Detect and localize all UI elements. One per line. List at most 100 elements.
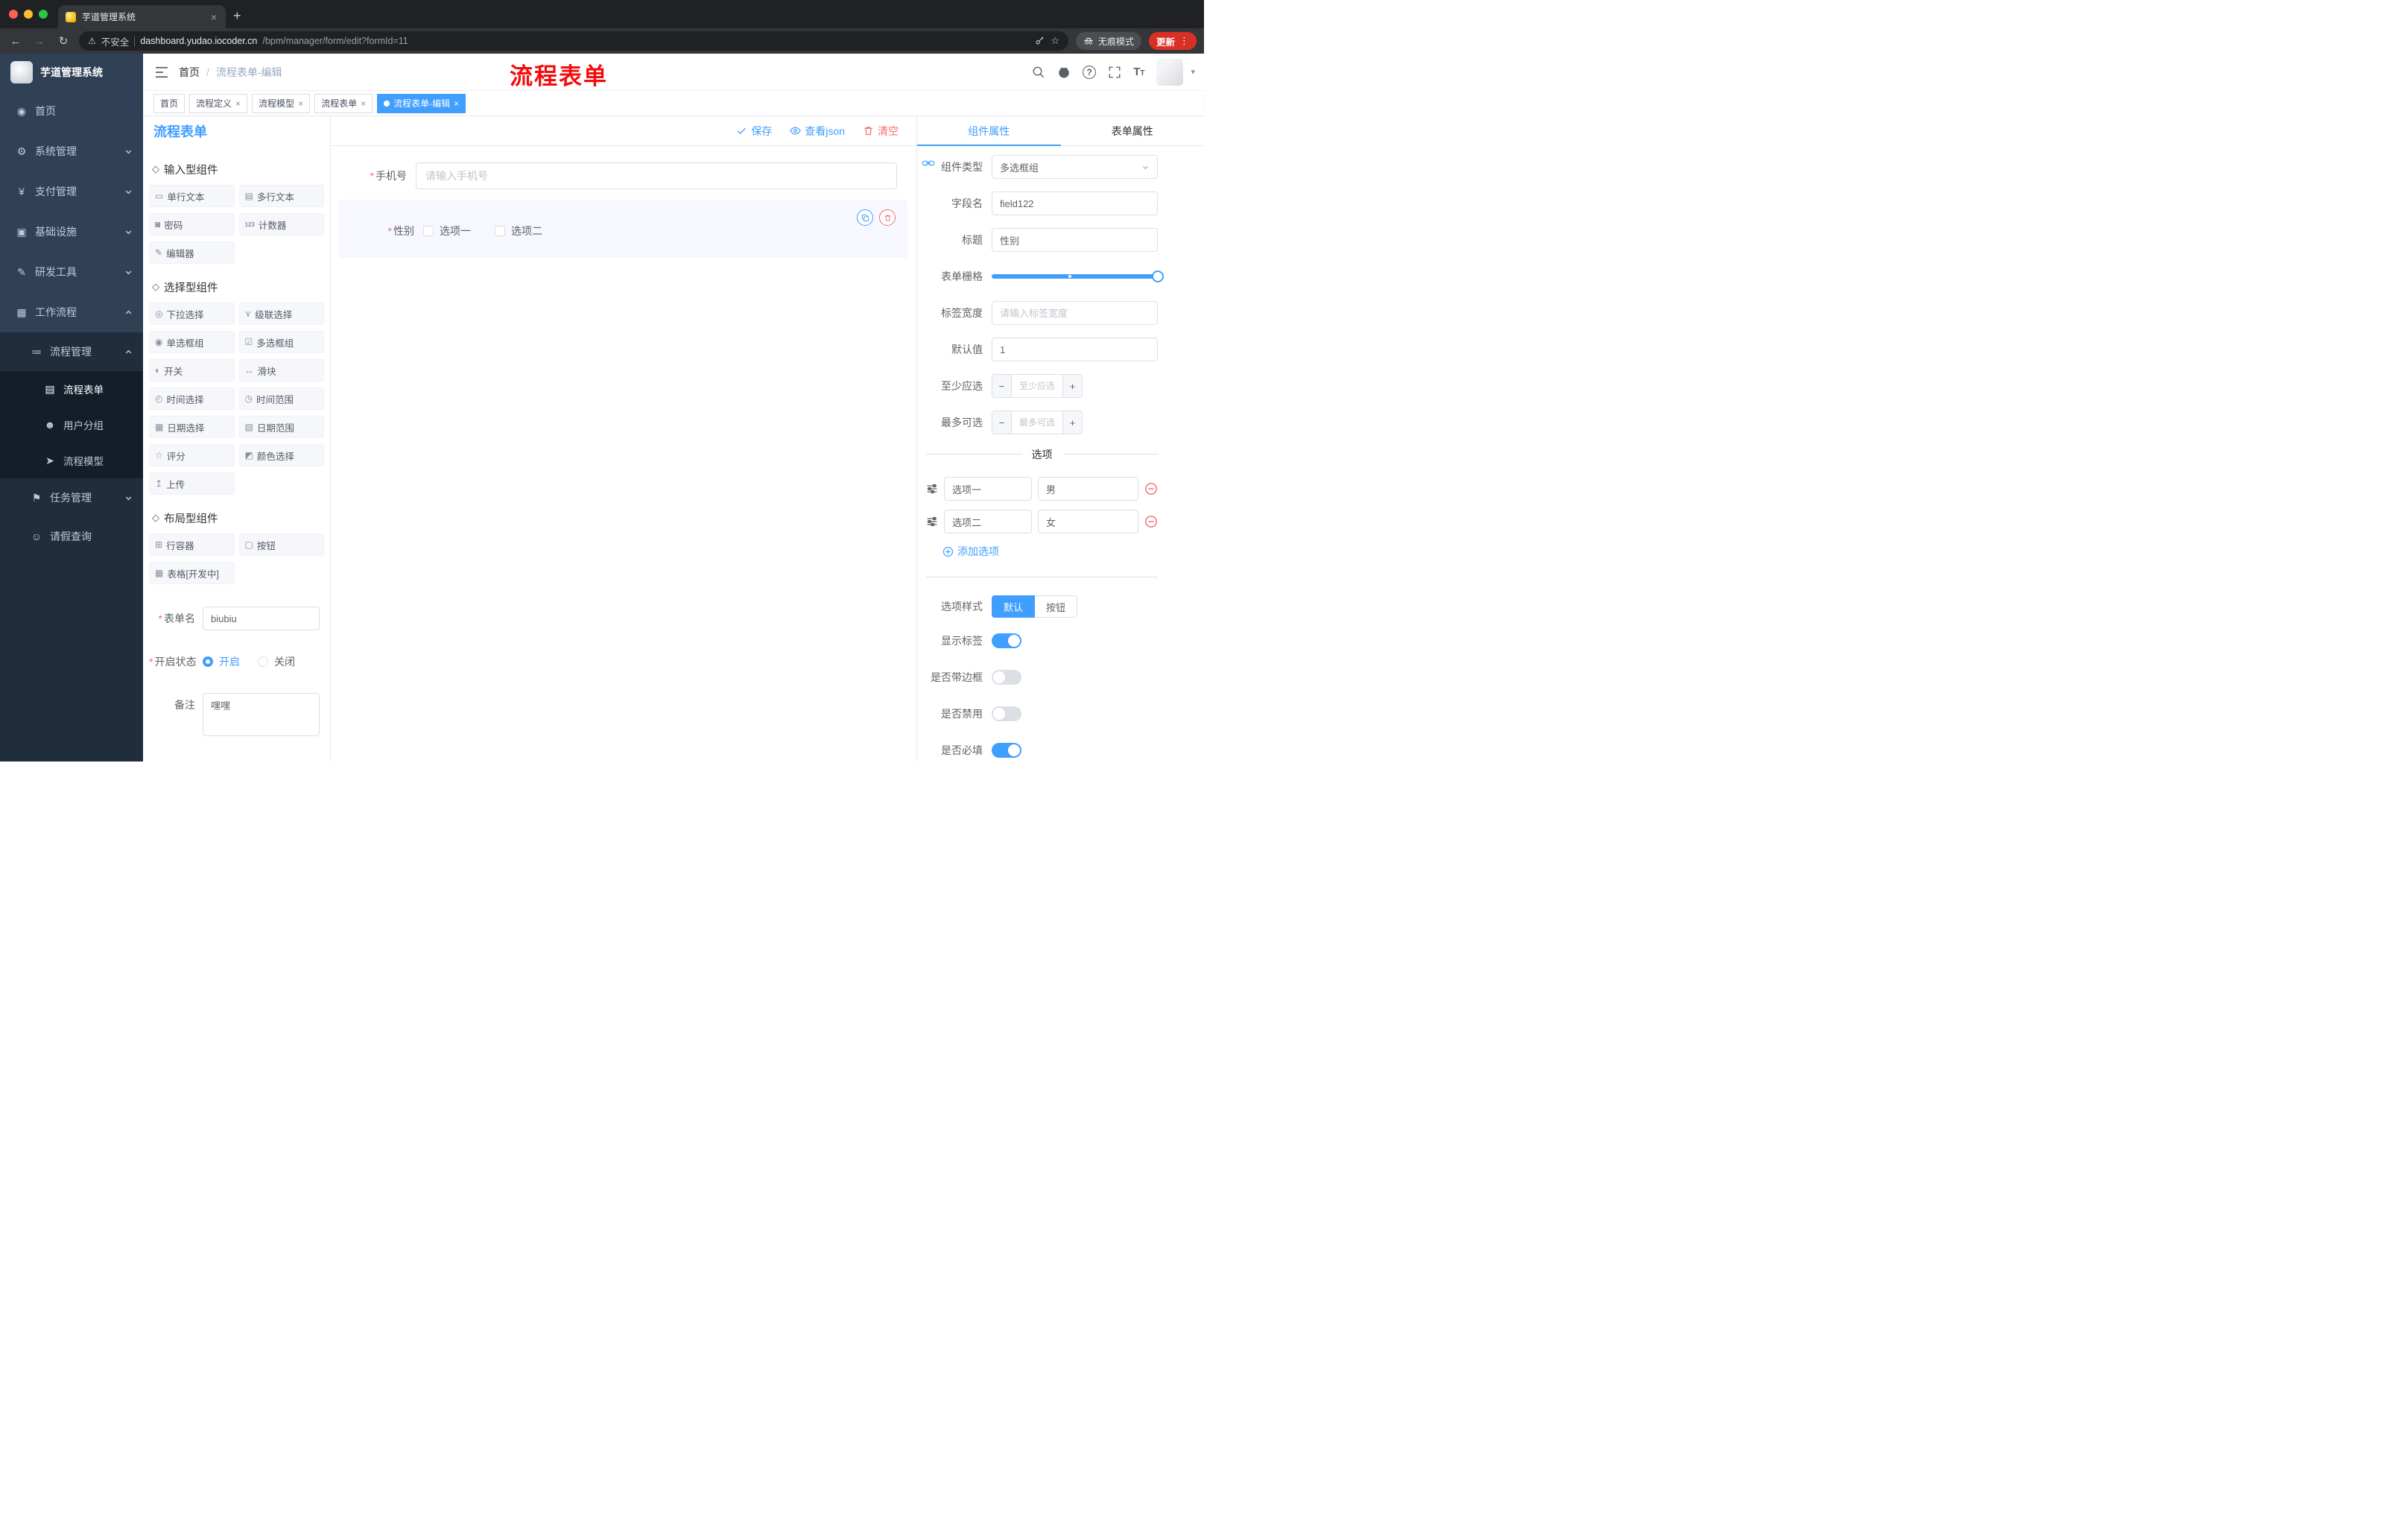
radio-on[interactable] (203, 656, 213, 667)
grid-slider[interactable] (992, 265, 1164, 288)
security-label[interactable]: 不安全 (101, 34, 130, 48)
style-button-button[interactable]: 按钮 (1035, 595, 1078, 618)
component-button[interactable]: ▢ 按钮 (238, 533, 324, 556)
tag-close-icon[interactable]: × (298, 98, 303, 109)
sidebar-item-infrastructure[interactable]: ▣ 基础设施 (0, 212, 143, 252)
forward-icon[interactable]: → (31, 35, 48, 48)
drag-handle-icon[interactable] (926, 516, 938, 528)
option-value-input[interactable] (1038, 510, 1138, 533)
update-browser-button[interactable]: 更新 ⋮ (1148, 32, 1197, 50)
browser-menu-icon[interactable]: ⋮ (1179, 35, 1189, 47)
docs-help-icon[interactable]: ? (1083, 65, 1097, 79)
component-time-picker[interactable]: ◴ 时间选择 (149, 387, 235, 410)
tag-process-model[interactable]: 流程模型 × (252, 93, 311, 113)
sidebar-item-task-management[interactable]: ⚑ 任务管理 (0, 478, 143, 517)
component-cascader[interactable]: ⋎ 级联选择 (238, 303, 324, 325)
component-row-container[interactable]: ⊞ 行容器 (149, 533, 235, 556)
border-toggle[interactable] (992, 670, 1021, 685)
tag-close-icon[interactable]: × (361, 98, 366, 109)
phone-input[interactable] (416, 162, 897, 189)
component-select[interactable]: ◎ 下拉选择 (149, 303, 235, 325)
component-color-picker[interactable]: ◩ 颜色选择 (238, 444, 324, 466)
sidebar-item-user-group[interactable]: ☻ 用户分组 (0, 407, 143, 443)
checkbox-option-2[interactable]: 选项二 (495, 224, 542, 238)
tag-process-definition[interactable]: 流程定义 × (189, 93, 248, 113)
tag-process-form-edit[interactable]: 流程表单-编辑 × (377, 93, 466, 113)
component-time-range[interactable]: ◷ 时间范围 (238, 387, 324, 410)
form-remark-textarea[interactable]: 嘿嘿 (203, 693, 320, 736)
url-bar[interactable]: ⚠ 不安全 dashboard.yudao.iocoder.cn/bpm/man… (79, 31, 1068, 51)
radio-off[interactable] (258, 656, 268, 667)
checkbox-icon[interactable] (423, 226, 434, 236)
title-input[interactable] (992, 228, 1158, 252)
style-default-button[interactable]: 默认 (992, 595, 1036, 618)
component-type-select[interactable]: 多选框组 (992, 155, 1158, 179)
search-icon[interactable] (1032, 66, 1045, 79)
sidebar-item-process-model[interactable]: ➤ 流程模型 (0, 443, 143, 478)
option-label-input[interactable] (944, 477, 1032, 501)
zoom-window-button[interactable] (39, 10, 48, 19)
component-upload[interactable]: ↥ 上传 (149, 472, 235, 495)
component-editor[interactable]: ✎ 编辑器 (149, 241, 235, 264)
tag-process-form[interactable]: 流程表单 × (314, 93, 373, 113)
hamburger-icon[interactable] (155, 66, 168, 78)
new-tab-button[interactable]: + (226, 8, 252, 28)
component-table[interactable]: ▦ 表格[开发中] (149, 562, 235, 584)
component-checkbox-group[interactable]: ☑ 多选框组 (238, 331, 324, 353)
field-name-input[interactable] (992, 191, 1158, 215)
default-value-input[interactable] (992, 338, 1158, 361)
component-radio-group[interactable]: ◉ 单选框组 (149, 331, 235, 353)
min-select-input[interactable] (1012, 375, 1062, 397)
remove-option-icon[interactable] (1144, 515, 1158, 528)
component-date-picker[interactable]: ▦ 日期选择 (149, 416, 235, 438)
fullscreen-icon[interactable] (1108, 66, 1121, 79)
save-button[interactable]: 保存 (736, 124, 772, 139)
key-icon[interactable] (1035, 36, 1045, 46)
option-label-input[interactable] (944, 510, 1032, 533)
reload-icon[interactable]: ↻ (55, 34, 72, 48)
avatar[interactable] (1156, 58, 1184, 86)
decrease-button[interactable]: − (992, 375, 1012, 397)
remove-option-icon[interactable] (1144, 482, 1158, 495)
option-value-input[interactable] (1038, 477, 1138, 501)
tab-close-icon[interactable]: × (209, 11, 218, 23)
component-rate[interactable]: ☆ 评分 (149, 444, 235, 466)
disabled-toggle[interactable] (992, 706, 1021, 721)
tag-close-icon[interactable]: × (235, 98, 241, 109)
avatar-caret-icon[interactable]: ▾ (1191, 67, 1195, 77)
breadcrumb-home[interactable]: 首页 (179, 65, 200, 80)
delete-component-button[interactable] (879, 209, 896, 226)
sidebar-item-workflow[interactable]: ▦ 工作流程 (0, 292, 143, 332)
tag-home[interactable]: 首页 (153, 93, 186, 113)
github-icon[interactable] (1057, 66, 1071, 79)
component-slider[interactable]: ↔ 滑块 (238, 359, 324, 381)
sidebar-item-leave-query[interactable]: ☺ 请假查询 (0, 517, 143, 556)
component-date-range[interactable]: ▧ 日期范围 (238, 416, 324, 438)
radio-off-label[interactable]: 关闭 (274, 650, 295, 674)
tab-form-props[interactable]: 表单属性 (1061, 116, 1205, 145)
minimize-window-button[interactable] (24, 10, 33, 19)
max-select-input[interactable] (1012, 411, 1062, 434)
component-multi-line-text[interactable]: ▤ 多行文本 (238, 185, 324, 207)
drag-handle-icon[interactable] (926, 483, 938, 495)
component-switch[interactable]: ◐ 开关 (149, 359, 235, 381)
font-size-icon[interactable]: TT (1133, 66, 1144, 78)
canvas-field-gender-selected[interactable]: * 性别 选项一 选项二 (338, 200, 907, 258)
checkbox-option-1[interactable]: 选项一 (423, 224, 471, 238)
sidebar-item-system[interactable]: ⚙ 系统管理 (0, 131, 143, 171)
component-counter[interactable]: 123 计数器 (238, 213, 324, 235)
clear-button[interactable]: 清空 (863, 124, 899, 139)
browser-tab[interactable]: 芋道管理系统 × (58, 5, 226, 28)
add-option-button[interactable]: 添加选项 (942, 544, 1158, 559)
link-icon[interactable] (922, 156, 935, 170)
close-window-button[interactable] (9, 10, 18, 19)
increase-button[interactable]: + (1062, 375, 1082, 397)
sidebar-item-payment[interactable]: ¥ 支付管理 (0, 171, 143, 212)
canvas-field-phone[interactable]: * 手机号 (338, 162, 907, 189)
slider-track[interactable] (992, 270, 1164, 282)
show-label-toggle[interactable] (992, 633, 1021, 648)
copy-component-button[interactable] (857, 209, 873, 226)
view-json-button[interactable]: 查看json (790, 124, 845, 139)
form-name-input[interactable] (203, 607, 320, 630)
tab-component-props[interactable]: 组件属性 (917, 116, 1061, 146)
